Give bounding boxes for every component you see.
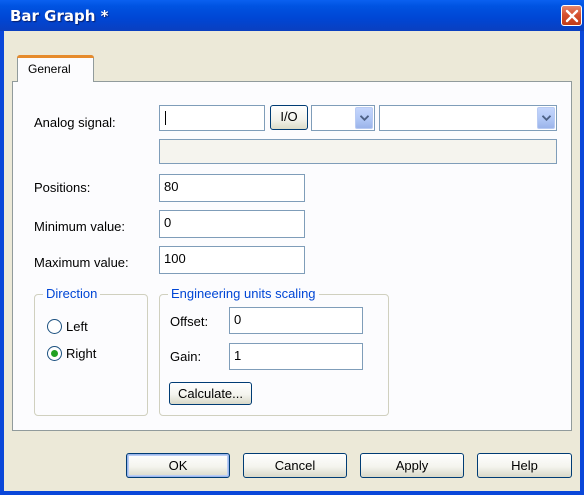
analog-signal-input[interactable] xyxy=(159,105,265,131)
window-frame-left xyxy=(0,31,4,495)
ok-button[interactable]: OK xyxy=(126,453,230,478)
minimum-value-label: Minimum value: xyxy=(34,219,126,234)
direction-right-radio[interactable] xyxy=(47,346,62,361)
window-frame-right xyxy=(580,31,584,495)
window-title: Bar Graph * xyxy=(10,7,109,25)
scaling-group-title: Engineering units scaling xyxy=(168,286,319,301)
title-bar[interactable]: Bar Graph * xyxy=(0,0,584,31)
positions-label: Positions: xyxy=(34,180,91,195)
direction-right-label[interactable]: Right xyxy=(66,346,96,361)
text-caret xyxy=(165,111,166,125)
signal-source-select[interactable] xyxy=(379,105,557,131)
tab-general[interactable]: General xyxy=(17,55,94,82)
cancel-button[interactable]: Cancel xyxy=(243,453,347,478)
offset-label: Offset: xyxy=(170,314,209,329)
io-button[interactable]: I/O xyxy=(270,105,308,130)
signal-type-select[interactable] xyxy=(311,105,375,131)
direction-left-label[interactable]: Left xyxy=(66,319,88,334)
calculate-button[interactable]: Calculate... xyxy=(169,382,252,405)
dropdown-button[interactable] xyxy=(355,107,373,129)
gain-input[interactable]: 1 xyxy=(229,343,363,370)
tab-general-label: General xyxy=(28,62,71,76)
direction-left-radio[interactable] xyxy=(47,319,62,334)
maximum-value-input[interactable]: 100 xyxy=(159,246,305,274)
gain-label: Gain: xyxy=(170,349,202,364)
direction-group-title: Direction xyxy=(43,286,101,301)
window-frame-bottom xyxy=(0,491,584,495)
positions-input[interactable]: 80 xyxy=(159,174,305,202)
chevron-down-icon xyxy=(360,115,369,121)
dropdown-button[interactable] xyxy=(537,107,555,129)
close-button[interactable] xyxy=(561,5,582,26)
apply-button[interactable]: Apply xyxy=(360,453,464,478)
minimum-value-input[interactable]: 0 xyxy=(159,210,305,238)
offset-input[interactable]: 0 xyxy=(229,307,363,334)
close-icon xyxy=(565,9,579,23)
chevron-down-icon xyxy=(542,115,551,121)
maximum-value-label: Maximum value: xyxy=(34,255,129,270)
analog-signal-label: Analog signal: xyxy=(34,115,116,130)
help-button[interactable]: Help xyxy=(477,453,572,478)
signal-description-field xyxy=(159,139,557,164)
